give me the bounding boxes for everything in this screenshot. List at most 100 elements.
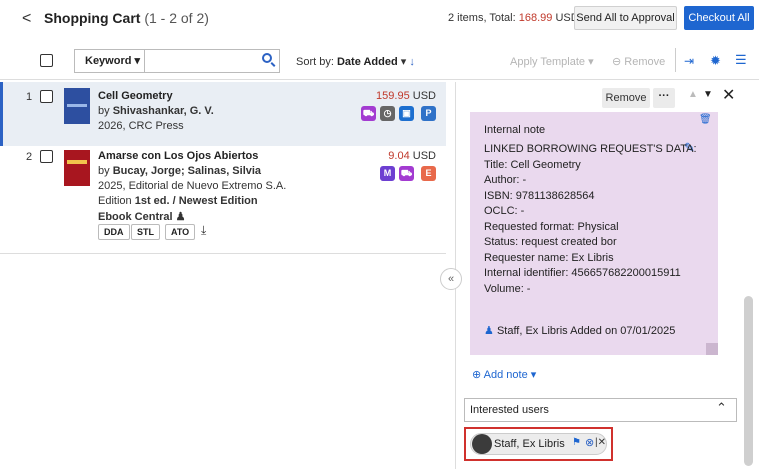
apply-template-button[interactable]: Apply Template ▾ [510,55,594,68]
clock-icon: ◷ [380,106,395,121]
item-number: 1 [26,91,33,103]
back-button[interactable]: < [22,10,31,28]
remove-label: Remove [624,56,666,68]
ebook-badge: M [380,166,395,181]
book-cover-image [64,88,90,124]
collapse-panel-button[interactable]: « [440,268,462,290]
item-by: by [98,165,113,177]
avatar [472,434,492,454]
download-icon[interactable]: ⤓ [201,223,206,238]
keyword-dropdown[interactable]: Keyword ▾ [74,49,144,73]
user-icon: ♟ [175,211,186,223]
item-range: (1 - 2 of 2) [144,10,209,26]
sort-value: Date Added [336,56,398,68]
sort-order-icon[interactable]: ↓ [409,56,415,68]
chevron-up-icon[interactable]: ⌃ [716,400,727,416]
panel-remove-button[interactable]: Remove [602,88,650,108]
note-author: ♟ Staff, Ex Libris Added on 07/01/2025 [484,324,675,337]
note-line: Author: - [484,174,527,186]
item-author: Shivashankar, G. V. [112,105,214,117]
note-author-name: Staff, Ex Libris [496,325,568,337]
item-publication: 2026, CRC Press [98,120,184,132]
trash-icon[interactable]: 🗑 [699,114,712,125]
add-note-label: Add note [483,369,528,381]
note-line: Status: request created bor [484,236,617,248]
item-by: by [98,105,113,117]
totals-prefix: 2 items, Total: [448,12,519,24]
item-checkbox[interactable] [40,90,53,103]
item-authors: by Bucay, Jorge; Salinas, Silvia [98,165,261,177]
sort-by-label: Sort by: [296,56,334,68]
chevron-down-icon: ▾ [134,55,141,67]
item-publication: 2025, Editorial de Nuevo Extremo S.A. [98,180,287,192]
previous-item-icon[interactable]: ▲ [688,89,698,100]
tag-stl[interactable]: STL [131,224,160,240]
cart-icon: ⛟ [399,166,414,181]
checkout-all-button[interactable]: Checkout All [684,6,754,30]
electronic-format-icon: E [421,166,436,181]
item-price: 9.04 USD [360,150,436,162]
platform-name: Ebook Central [98,211,173,223]
note-line: Internal identifier: 456657682200015911 [484,267,681,279]
note-line: Requested format: Physical [484,220,619,233]
note-heading: Internal note [484,124,546,136]
next-item-icon[interactable]: ▼ [703,89,713,100]
select-all-checkbox[interactable] [40,54,53,67]
totals-value: 168.99 [518,12,553,24]
remove-selected-button[interactable]: ⊖ Remove [612,55,665,68]
send-all-to-approval-button[interactable]: Send All to Approval [574,6,677,30]
price-value: 159.95 [376,90,410,102]
cart-totals: 2 items, Total: 168.99 USD [448,12,579,24]
title-text: Shopping Cart [44,10,141,26]
search-input[interactable] [144,49,280,73]
edition-prefix: Edition [98,195,135,207]
item-checkbox[interactable] [40,150,53,163]
book-cover-image [64,150,90,186]
add-note-button[interactable]: ⊕ Add note ▾ [472,368,536,381]
note-line: OCLC: - [484,205,525,217]
item-number: 2 [26,151,33,163]
sort-control[interactable]: Sort by: Date Added ▾ ↓ [296,55,415,68]
tag-ato[interactable]: ATO [165,224,196,240]
shopping-cart-page: < Shopping Cart (1 - 2 of 2) 2 items, To… [0,0,759,469]
note-line: LINKED BORROWING REQUEST'S DATA: [484,143,697,155]
store-icon: ▣ [399,106,414,121]
item-title[interactable]: Amarse con Los Ojos Abiertos [98,150,258,162]
note-corner [706,343,718,355]
chevron-down-icon: ▾ [530,369,537,381]
search-icon[interactable] [262,53,272,63]
notify-icon[interactable]: ⚑ [572,437,581,448]
scrollbar[interactable] [744,296,753,466]
keyword-label: Keyword [85,55,132,67]
chevron-down-icon: ▾ [588,56,594,68]
remove-user-icon[interactable]: ⊗ [585,436,594,449]
item-edition: Edition 1st ed. / Newest Edition [98,195,258,207]
item-price: 159.95 USD [360,90,436,102]
note-line: ISBN: 9781138628564 [484,189,595,202]
interested-user-name: Staff, Ex Libris [494,438,565,450]
minus-circle-icon: ⊖ [612,56,625,68]
interested-users-label: Interested users [470,404,549,416]
price-value: 9.04 [388,150,410,162]
list-view-icon[interactable]: ☰ [735,52,747,68]
note-added: Added on 07/01/2025 [570,325,676,337]
close-icon[interactable]: ✕ [722,85,735,105]
toolbar-divider [675,48,676,72]
note-line: Requester name: Ex Libris [484,251,614,264]
print-format-icon: P [421,106,436,121]
cart-icon: ⛟ [361,106,376,121]
plus-circle-icon: ⊕ [472,369,484,381]
page-title: Shopping Cart (1 - 2 of 2) [44,10,209,26]
export-icon[interactable]: ⇥ [684,54,694,68]
note-line: Title: Cell Geometry [484,158,581,171]
item-platform: Ebook Central ♟ [98,210,186,223]
clear-icon[interactable]: |✕ [595,437,606,448]
tag-dda[interactable]: DDA [98,224,130,240]
price-currency: USD [412,150,436,162]
user-icon: ♟ [484,325,494,337]
item-title[interactable]: Cell Geometry [98,90,173,102]
edition-value: 1st ed. / Newest Edition [134,195,258,207]
gear-icon[interactable]: ✹ [710,53,721,69]
more-options-button[interactable]: ··· [653,88,675,108]
price-currency: USD [412,90,436,102]
